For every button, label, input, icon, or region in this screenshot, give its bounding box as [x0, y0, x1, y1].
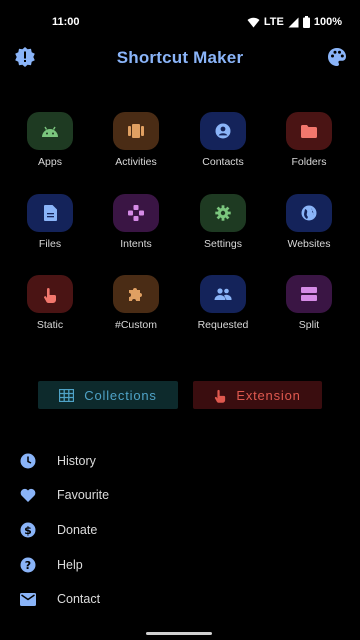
- menu-label: Help: [57, 558, 83, 572]
- folder-icon: [301, 124, 317, 138]
- grid-label: Apps: [38, 156, 62, 168]
- mail-icon: [19, 590, 37, 608]
- menu-label: Favourite: [57, 488, 110, 502]
- menu-label: History: [57, 454, 96, 468]
- grid-item-folders[interactable]: Folders: [266, 112, 352, 182]
- grid-label: Settings: [204, 238, 242, 250]
- status-bar: 11:00 LTE 100%: [0, 0, 360, 44]
- svg-text:$: $: [24, 524, 32, 537]
- grid-label: Intents: [120, 238, 152, 250]
- menu-item-history[interactable]: History: [0, 444, 360, 478]
- grid-label: Activities: [115, 156, 157, 168]
- palette-icon[interactable]: [326, 46, 348, 68]
- svg-text:?: ?: [25, 559, 31, 572]
- grid-item-apps[interactable]: Apps: [7, 112, 93, 182]
- menu-item-donate[interactable]: $ Donate: [0, 513, 360, 547]
- tile-activities[interactable]: [113, 112, 159, 150]
- network-type: LTE: [263, 16, 284, 28]
- tile-contacts[interactable]: [200, 112, 246, 150]
- grid-item-activities[interactable]: Activities: [93, 112, 179, 182]
- grid-item-websites[interactable]: Websites: [266, 194, 352, 264]
- collections-label: Collections: [84, 387, 157, 403]
- tile-intents[interactable]: [113, 194, 159, 232]
- tile-folders[interactable]: [286, 112, 332, 150]
- home-indicator[interactable]: [146, 632, 212, 635]
- grid-item-requested[interactable]: Requested: [180, 275, 266, 345]
- collections-button[interactable]: Collections: [38, 381, 178, 409]
- puzzle-icon: [129, 288, 142, 301]
- grid-label: Requested: [197, 319, 249, 331]
- extension-label: Extension: [236, 387, 301, 403]
- signal-icon: [288, 17, 299, 27]
- grid-item-files[interactable]: Files: [7, 194, 93, 264]
- tile-split[interactable]: [286, 275, 332, 313]
- grid-item-custom[interactable]: #Custom: [93, 275, 179, 345]
- tile-requested[interactable]: [200, 275, 246, 313]
- grid-label: #Custom: [114, 319, 157, 331]
- touch-icon: [43, 287, 56, 303]
- battery-icon: [302, 16, 310, 28]
- dollar-icon: $: [19, 521, 37, 539]
- grid-item-split[interactable]: Split: [266, 275, 352, 345]
- status-time: 11:00: [52, 16, 80, 28]
- clock-icon: [19, 452, 37, 470]
- activities-icon: [128, 124, 144, 138]
- grid-item-contacts[interactable]: Contacts: [180, 112, 266, 182]
- intents-icon: [128, 205, 144, 221]
- tile-apps[interactable]: [27, 112, 73, 150]
- tile-settings[interactable]: [200, 194, 246, 232]
- tile-custom[interactable]: [113, 275, 159, 313]
- app-title: Shortcut Maker: [116, 48, 244, 67]
- extension-button[interactable]: Extension: [193, 381, 322, 409]
- app-bar: Shortcut Maker: [0, 44, 360, 74]
- grid-item-intents[interactable]: Intents: [93, 194, 179, 264]
- file-icon: [43, 205, 57, 221]
- menu-label: Contact: [57, 592, 101, 606]
- touch-icon: [215, 389, 226, 403]
- tile-static[interactable]: [27, 275, 73, 313]
- menu-item-favourite[interactable]: Favourite: [0, 478, 360, 512]
- menu-label: Donate: [57, 523, 98, 537]
- heart-icon: [19, 486, 37, 504]
- grid-item-settings[interactable]: Settings: [180, 194, 266, 264]
- grid-label: Folders: [291, 156, 327, 168]
- tile-files[interactable]: [27, 194, 73, 232]
- status-icons: LTE 100%: [247, 16, 342, 28]
- grid-item-static[interactable]: Static: [7, 275, 93, 345]
- globe-icon: [301, 205, 317, 221]
- grid-label: Websites: [287, 238, 331, 250]
- grid-label: Split: [298, 319, 320, 331]
- split-icon: [301, 287, 317, 301]
- grid-table-icon: [59, 388, 75, 402]
- group-icon: [214, 288, 232, 300]
- tile-websites[interactable]: [286, 194, 332, 232]
- contact-icon: [215, 123, 231, 139]
- wifi-icon: [247, 17, 260, 27]
- menu-item-help[interactable]: ? Help: [0, 548, 360, 582]
- menu-item-contact[interactable]: Contact: [0, 582, 360, 616]
- battery-level: 100%: [313, 16, 342, 28]
- grid-label: Files: [38, 238, 62, 250]
- android-icon: [42, 126, 58, 137]
- gear-icon: [215, 205, 231, 221]
- grid-label: Static: [36, 319, 64, 331]
- help-icon: ?: [19, 556, 37, 574]
- grid-label: Contacts: [202, 156, 244, 168]
